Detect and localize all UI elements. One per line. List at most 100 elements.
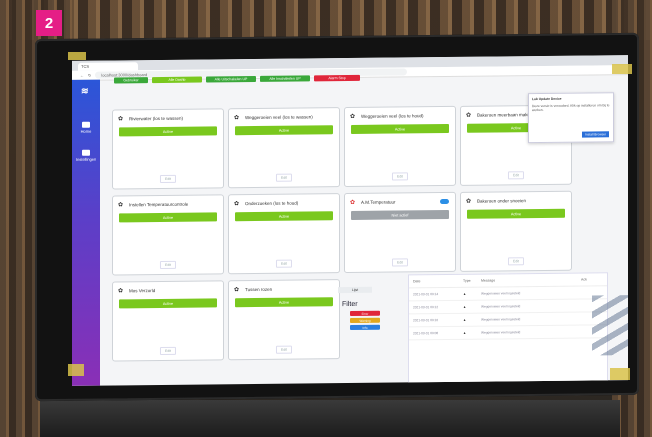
row-message: Weggeroeien veel ingesteld bbox=[481, 304, 521, 309]
device-card: ✿ Instellen Temperatuurcontrole Active Edit bbox=[112, 194, 224, 276]
device-card: ✿ A.M.Temperatuur Niet actief Edit bbox=[344, 191, 456, 274]
enable-all-button[interactable]: Alle Inschakelen UP bbox=[260, 75, 310, 82]
sidebar-item-label: Home bbox=[80, 128, 92, 134]
gear-icon[interactable]: ✿ bbox=[234, 115, 239, 121]
device-card: ✿ Tussen rozen Active Edit bbox=[228, 279, 340, 361]
column-header: Ack bbox=[581, 277, 587, 282]
screen-glare bbox=[592, 295, 628, 356]
type-icon: ▲ bbox=[463, 304, 467, 309]
card-title: Rivierwater (los te wassen) bbox=[129, 115, 184, 122]
row-date: 2021-03-01 09:14 bbox=[413, 292, 439, 297]
tape-bottom-left bbox=[68, 364, 84, 376]
app-area: ≋ Home Instellingen Gebruiker Alle Dashb… bbox=[72, 74, 628, 386]
back-icon[interactable]: ← bbox=[80, 73, 84, 78]
row-message: Weggeroeien veel ingesteld bbox=[481, 291, 521, 296]
device-card: ✿ Weggeroeien veel (los te houd) Active Edi… bbox=[344, 105, 456, 188]
column-header: Type bbox=[463, 278, 471, 283]
card-active-button[interactable]: Active bbox=[351, 123, 449, 134]
top-toolbar: Gebruiker Alle Dashb Alle Uitschakelen U… bbox=[114, 74, 360, 84]
filter-panel: Filter Error Warning Info bbox=[342, 274, 402, 332]
popup-text: Deze versie is verouderd. Klik op instal… bbox=[532, 103, 610, 113]
card-edit-button[interactable]: Edit bbox=[159, 260, 177, 269]
users-button[interactable]: Gebruiker bbox=[114, 77, 148, 84]
type-icon: ▲ bbox=[463, 317, 467, 322]
gear-icon[interactable]: ✿ bbox=[118, 116, 123, 122]
card-edit-button[interactable]: Edit bbox=[275, 259, 293, 268]
card-inactive-button[interactable]: Niet actief bbox=[351, 209, 449, 220]
gear-icon[interactable]: ✿ bbox=[466, 199, 471, 205]
monitor-screen: TCS ← ↻ localhost:3000/dashboard ≋ Home … bbox=[72, 55, 628, 386]
filter-error-button[interactable]: Error bbox=[350, 310, 380, 316]
card-edit-button[interactable]: Edit bbox=[507, 171, 525, 180]
card-toggle[interactable] bbox=[440, 198, 449, 205]
card-edit-button[interactable]: Edit bbox=[159, 346, 177, 355]
sidebar-item-label: Instellingen bbox=[76, 156, 97, 162]
filter-label: Filter bbox=[342, 300, 358, 309]
gear-icon[interactable]: ✿ bbox=[118, 202, 123, 208]
row-date: 2021-03-01 09:10 bbox=[413, 318, 439, 323]
type-icon: ▲ bbox=[463, 330, 467, 335]
row-date: 2021-03-01 09:12 bbox=[413, 305, 439, 310]
disable-all-button[interactable]: Alle Uitschakelen UP bbox=[206, 75, 256, 83]
card-active-button[interactable]: Active bbox=[235, 125, 333, 136]
row-date: 2021-03-01 09:08 bbox=[413, 331, 439, 336]
column-header: Date bbox=[413, 279, 421, 284]
row-message: Weggeroeien veel ingesteld bbox=[481, 317, 521, 322]
card-active-button[interactable]: Active bbox=[119, 298, 217, 309]
device-card: ✿ Rivierwater (los te wassen) Active Edit bbox=[112, 108, 224, 190]
card-edit-button[interactable]: Edit bbox=[159, 174, 177, 183]
card-title: Onderzoeken (los te houd) bbox=[245, 200, 299, 207]
card-active-button[interactable]: Active bbox=[119, 212, 217, 223]
sidebar-item-settings[interactable]: Instellingen bbox=[76, 149, 97, 162]
card-active-button[interactable]: Active bbox=[235, 211, 333, 222]
card-title: Instellen Temperatuurcontrole bbox=[129, 201, 189, 208]
device-card: ✿ Weggeroeien veel (los te wassen) Active E… bbox=[228, 107, 340, 189]
card-active-button[interactable]: Active bbox=[119, 126, 217, 137]
card-edit-button[interactable]: Edit bbox=[391, 258, 409, 267]
sidebar-item-home[interactable]: Home bbox=[76, 121, 96, 134]
warning-gear-icon[interactable]: ✿ bbox=[350, 200, 355, 206]
filter-warning-button[interactable]: Warning bbox=[350, 317, 380, 323]
device-card: ✿ Onderzoeken (los te houd) Active Edit bbox=[228, 193, 340, 275]
card-title: Mos Verzorld bbox=[129, 288, 156, 294]
monitor-stand bbox=[40, 400, 620, 437]
app-logo-icon: ≋ bbox=[81, 85, 89, 96]
popup-title: Lab Update Device bbox=[532, 96, 562, 102]
tape-top-left bbox=[68, 52, 86, 60]
card-edit-button[interactable]: Edit bbox=[275, 173, 293, 182]
home-icon bbox=[82, 121, 90, 128]
install-button[interactable]: Install Browser bbox=[582, 131, 609, 138]
card-edit-button[interactable]: Edit bbox=[391, 172, 409, 181]
card-edit-button[interactable]: Edit bbox=[275, 345, 293, 354]
reload-icon[interactable]: ↻ bbox=[88, 73, 91, 78]
step-number-badge: 2 bbox=[36, 10, 62, 36]
gear-icon[interactable]: ✿ bbox=[234, 287, 239, 293]
card-active-button[interactable]: Active bbox=[467, 208, 565, 219]
event-log-table: Date Type Message Ack 2021-03-01 09:14 ▲ W… bbox=[408, 272, 608, 386]
card-title: Weggeroeien veel (los te houd) bbox=[361, 113, 424, 119]
alarm-stop-button[interactable]: Alarm Stop bbox=[314, 74, 360, 82]
row-message: Weggeroeien veel ingesteld bbox=[481, 330, 521, 335]
update-popup: Lab Update Device Deze versie is veroude… bbox=[528, 92, 614, 144]
device-card: ✿ Mos Verzorld Active Edit bbox=[112, 280, 224, 362]
column-header: Message bbox=[481, 278, 496, 283]
settings-icon bbox=[82, 149, 90, 156]
type-icon: ▲ bbox=[463, 291, 467, 296]
tape-bottom-right bbox=[610, 368, 630, 380]
table-row[interactable]: 2021-03-01 09:08 ▲ Weggeroeien veel ingest… bbox=[409, 325, 607, 341]
browser-tab[interactable]: TCS bbox=[78, 62, 138, 71]
gear-icon[interactable]: ✿ bbox=[350, 114, 355, 120]
all-dashboards-button[interactable]: Alle Dashb bbox=[152, 76, 202, 84]
sidebar: ≋ Home Instellingen bbox=[72, 79, 100, 386]
card-title: A.M.Temperatuur bbox=[361, 199, 396, 205]
gear-icon[interactable]: ✿ bbox=[234, 201, 239, 207]
filter-info-button[interactable]: Info bbox=[350, 324, 380, 330]
card-title: Tussen rozen bbox=[245, 286, 273, 293]
gear-icon[interactable]: ✿ bbox=[466, 113, 471, 119]
card-title: Weggeroeien veel (los te wassen) bbox=[245, 114, 313, 121]
gear-icon[interactable]: ✿ bbox=[118, 288, 123, 294]
tape-top-right bbox=[612, 64, 632, 74]
card-edit-button[interactable]: Edit bbox=[507, 257, 525, 266]
device-card: ✿ Bakeroen onder snoeien Active Edit bbox=[460, 190, 572, 272]
card-active-button[interactable]: Active bbox=[235, 297, 333, 308]
